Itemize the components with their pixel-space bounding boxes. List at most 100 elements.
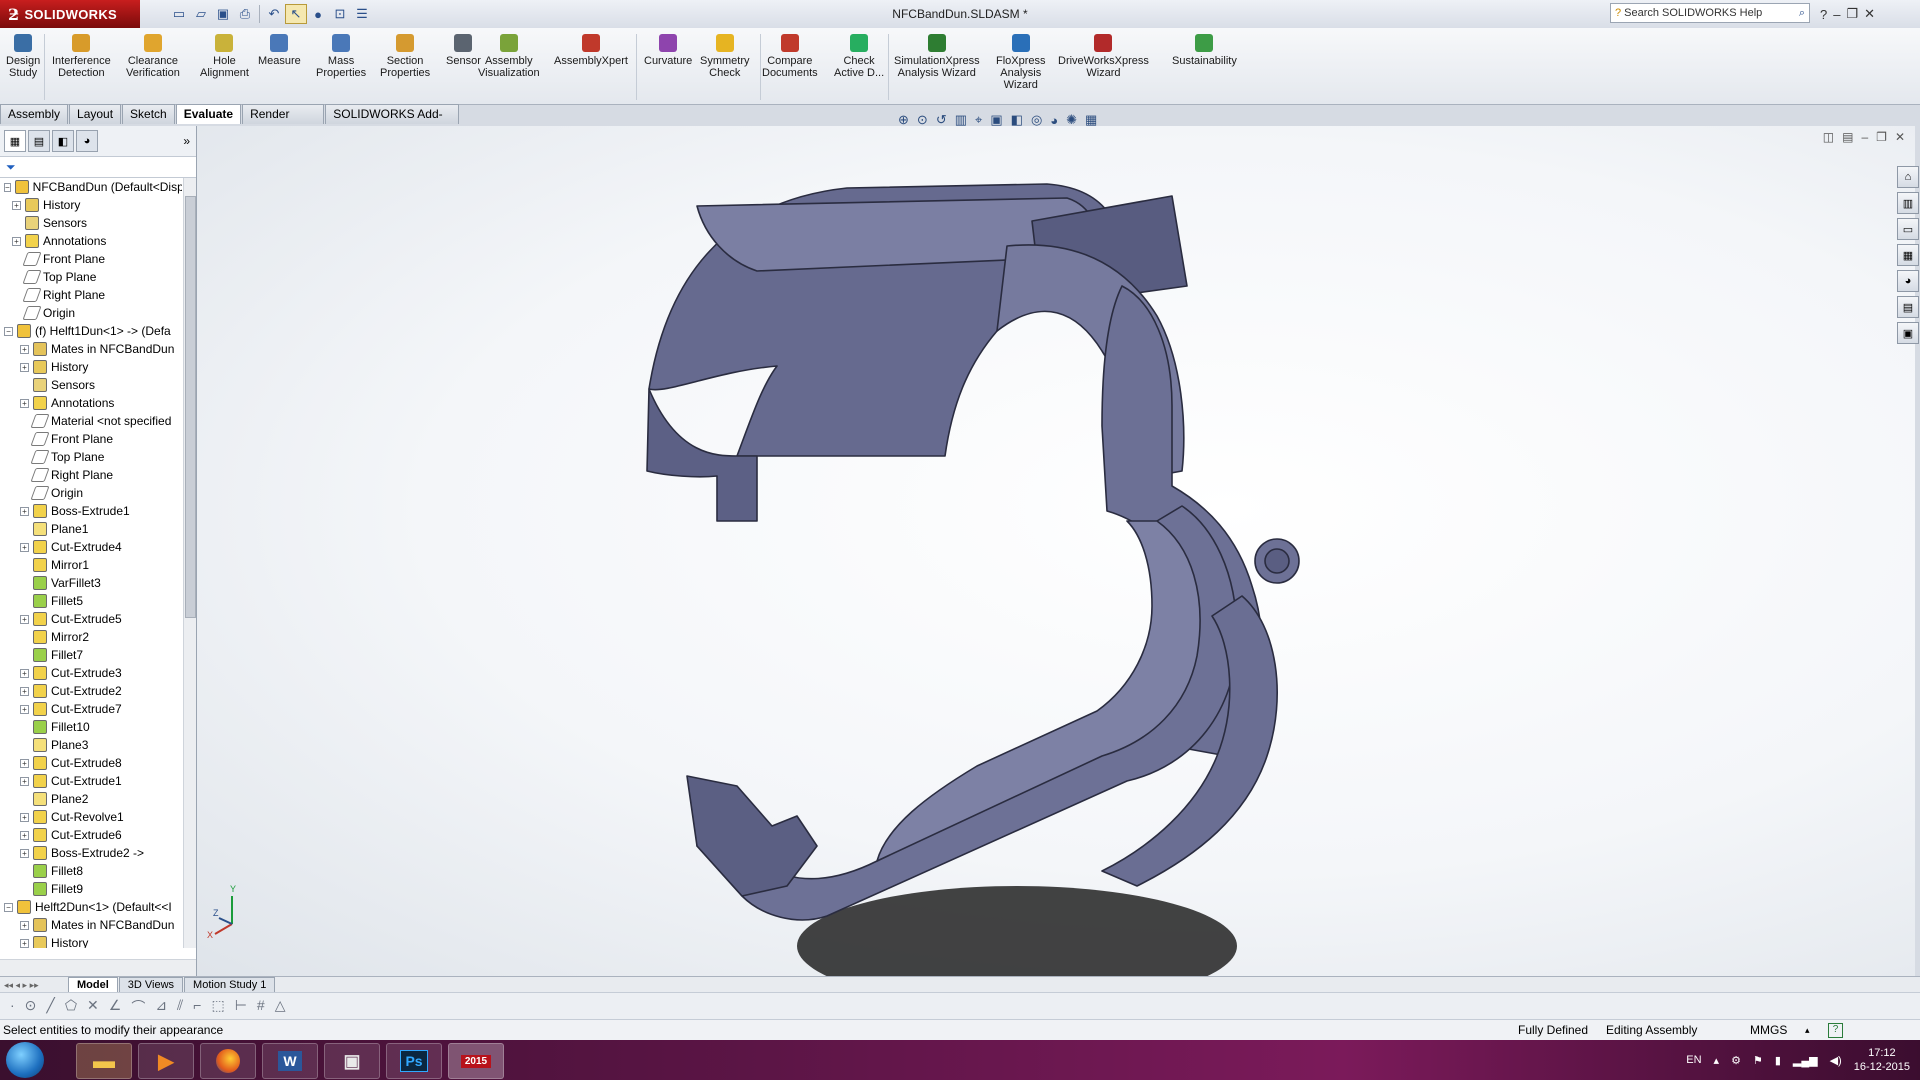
circle-icon[interactable]: ⊙ [25,997,37,1017]
configuration-manager-tab-icon[interactable]: ◧ [52,130,74,152]
tree-item[interactable]: + Cut-Extrude4 [0,538,182,556]
tree-item[interactable]: Origin [0,304,182,322]
feature-manager-tab-icon[interactable]: ▦ [4,130,26,152]
expand-icon[interactable]: + [20,362,29,372]
tree-item[interactable]: Origin [0,484,182,502]
fillet-sketch-icon[interactable]: ⌒ [131,997,145,1017]
tree-item[interactable]: Right Plane [0,286,182,304]
tree-item[interactable]: + Boss-Extrude1 [0,502,182,520]
tree-item[interactable]: + History [0,934,182,948]
clearance-verification-button[interactable]: Clearance Verification [126,34,180,79]
word-taskbar-icon[interactable]: W [262,1043,318,1079]
expand-icon[interactable]: + [20,614,29,624]
start-button-icon[interactable] [6,1042,44,1078]
grid-icon[interactable]: # [257,997,265,1017]
tree-item[interactable]: + Boss-Extrude2 -> [0,844,182,862]
restore-icon[interactable]: ❐ [1846,6,1858,22]
graphics-area[interactable]: Y X Z ◫ ▤ – ❐ ✕ [197,126,1915,976]
collapse-panel-icon[interactable]: » [183,134,190,148]
close-icon[interactable]: ✕ [1864,6,1875,22]
tree-item[interactable]: − Helft2Dun<1> (Default<<I [0,898,182,916]
smart-dimension-icon[interactable]: ⊢ [235,997,247,1017]
tree-item[interactable]: VarFillet3 [0,574,182,592]
viewport-restore-icon[interactable]: ❐ [1876,130,1887,144]
hole-alignment-button[interactable]: Hole Alignment [200,34,249,79]
driveworksxpress-button[interactable]: DriveWorksXpress Wizard [1058,34,1149,79]
tree-item[interactable]: + Cut-Extrude5 [0,610,182,628]
nfc-band-model[interactable] [646,183,1300,921]
show-hidden-icons-icon[interactable]: ▴ [1714,1054,1720,1067]
media-player-taskbar-icon[interactable]: ▶ [138,1043,194,1079]
sustainability-button[interactable]: Sustainability [1172,34,1237,67]
expand-icon[interactable]: + [20,758,29,768]
display-manager-tab-icon[interactable]: ◕ [76,130,98,152]
tree-item[interactable]: Top Plane [0,268,182,286]
solidworks-resources-icon[interactable]: ⌂ [1897,166,1919,188]
section-view-icon[interactable]: ▥ [955,112,967,128]
file-explorer-icon[interactable]: ▭ [1897,218,1919,240]
appearances-icon[interactable]: ◕ [1897,270,1919,292]
curvature-button[interactable]: Curvature [644,34,692,67]
tree-item[interactable]: Material <not specified [0,412,182,430]
tree-item[interactable]: Plane3 [0,736,182,754]
tab-model[interactable]: Model [68,977,118,993]
tree-horizontal-scrollbar[interactable] [0,959,196,976]
units-chevron-icon[interactable]: ▴ [1805,1020,1810,1040]
tree-item[interactable]: Front Plane [0,250,182,268]
scroll-thumb[interactable] [185,196,196,618]
tab-sketch[interactable]: Sketch [122,104,175,124]
design-study-button[interactable]: Design Study [6,34,40,79]
tree-item[interactable]: Sensors [0,376,182,394]
expand-icon[interactable]: + [20,938,29,948]
apply-scene-icon[interactable]: ✺ [1066,112,1077,128]
tree-item[interactable]: Fillet9 [0,880,182,898]
expand-icon[interactable]: + [12,236,21,246]
expand-icon[interactable]: + [20,848,29,858]
edit-appearance-icon[interactable]: ◕ [1050,113,1058,128]
tree-item[interactable]: + Cut-Extrude7 [0,700,182,718]
sensor-button[interactable]: Sensor [446,34,481,67]
tree-item[interactable]: + Cut-Extrude3 [0,664,182,682]
property-manager-tab-icon[interactable]: ▤ [28,130,50,152]
zoom-to-fit-icon[interactable]: ⊕ [898,112,909,128]
tree-item[interactable]: − NFCBandDun (Default<Displa [0,178,182,196]
triangle-icon[interactable]: △ [275,997,286,1017]
viewport-minimize-icon[interactable]: – [1861,130,1868,144]
interference-detection-button[interactable]: Interference Detection [52,34,111,79]
single-view-icon[interactable]: ◫ [1823,130,1834,144]
search-icon[interactable]: ⌕ [1799,7,1805,20]
dynamic-annotation-icon[interactable]: ⌖ [975,112,982,128]
volume-icon[interactable]: ◀) [1830,1054,1842,1067]
tab-render-tools[interactable]: Render Tools [242,104,325,139]
expand-icon[interactable]: + [20,506,29,516]
firefox-taskbar-icon[interactable] [200,1043,256,1079]
design-library-icon[interactable]: ▥ [1897,192,1919,214]
section-properties-button[interactable]: Section Properties [380,34,430,79]
tab-3d-views[interactable]: 3D Views [118,977,184,993]
tree-item[interactable]: − (f) Helft1Dun<1> -> (Defa [0,322,182,340]
network-icon[interactable]: ⚙ [1731,1054,1741,1067]
simulationxpress-button[interactable]: SimulationXpress Analysis Wizard [894,34,980,79]
tree-item[interactable]: Top Plane [0,448,182,466]
corner-icon[interactable]: ⌐ [193,997,201,1017]
photoshop-taskbar-icon[interactable]: Ps [386,1043,442,1079]
trim-icon[interactable]: ✕ [87,997,99,1017]
collapse-icon[interactable]: − [4,182,11,192]
clock[interactable]: 17:12 16-12-2015 [1854,1046,1910,1074]
expand-icon[interactable]: + [20,776,29,786]
model-view[interactable]: Y X Z [197,126,1915,976]
solidworks-taskbar-icon[interactable]: 2015 [448,1043,504,1079]
tree-item[interactable]: Plane2 [0,790,182,808]
collapse-icon[interactable]: − [4,326,13,336]
expand-icon[interactable]: + [20,344,29,354]
expand-icon[interactable]: + [20,668,29,678]
floxpress-button[interactable]: FloXpress Analysis Wizard [996,34,1046,91]
collapse-icon[interactable]: − [4,902,13,912]
tree-item[interactable]: Mirror1 [0,556,182,574]
view-palette-icon[interactable]: ▦ [1897,244,1919,266]
tab-motion-study-1[interactable]: Motion Study 1 [184,977,276,993]
check-active-document-button[interactable]: Check Active D... [834,34,884,79]
tree-item[interactable]: Fillet5 [0,592,182,610]
point-icon[interactable]: · [10,997,15,1017]
tree-item[interactable]: Sensors [0,214,182,232]
